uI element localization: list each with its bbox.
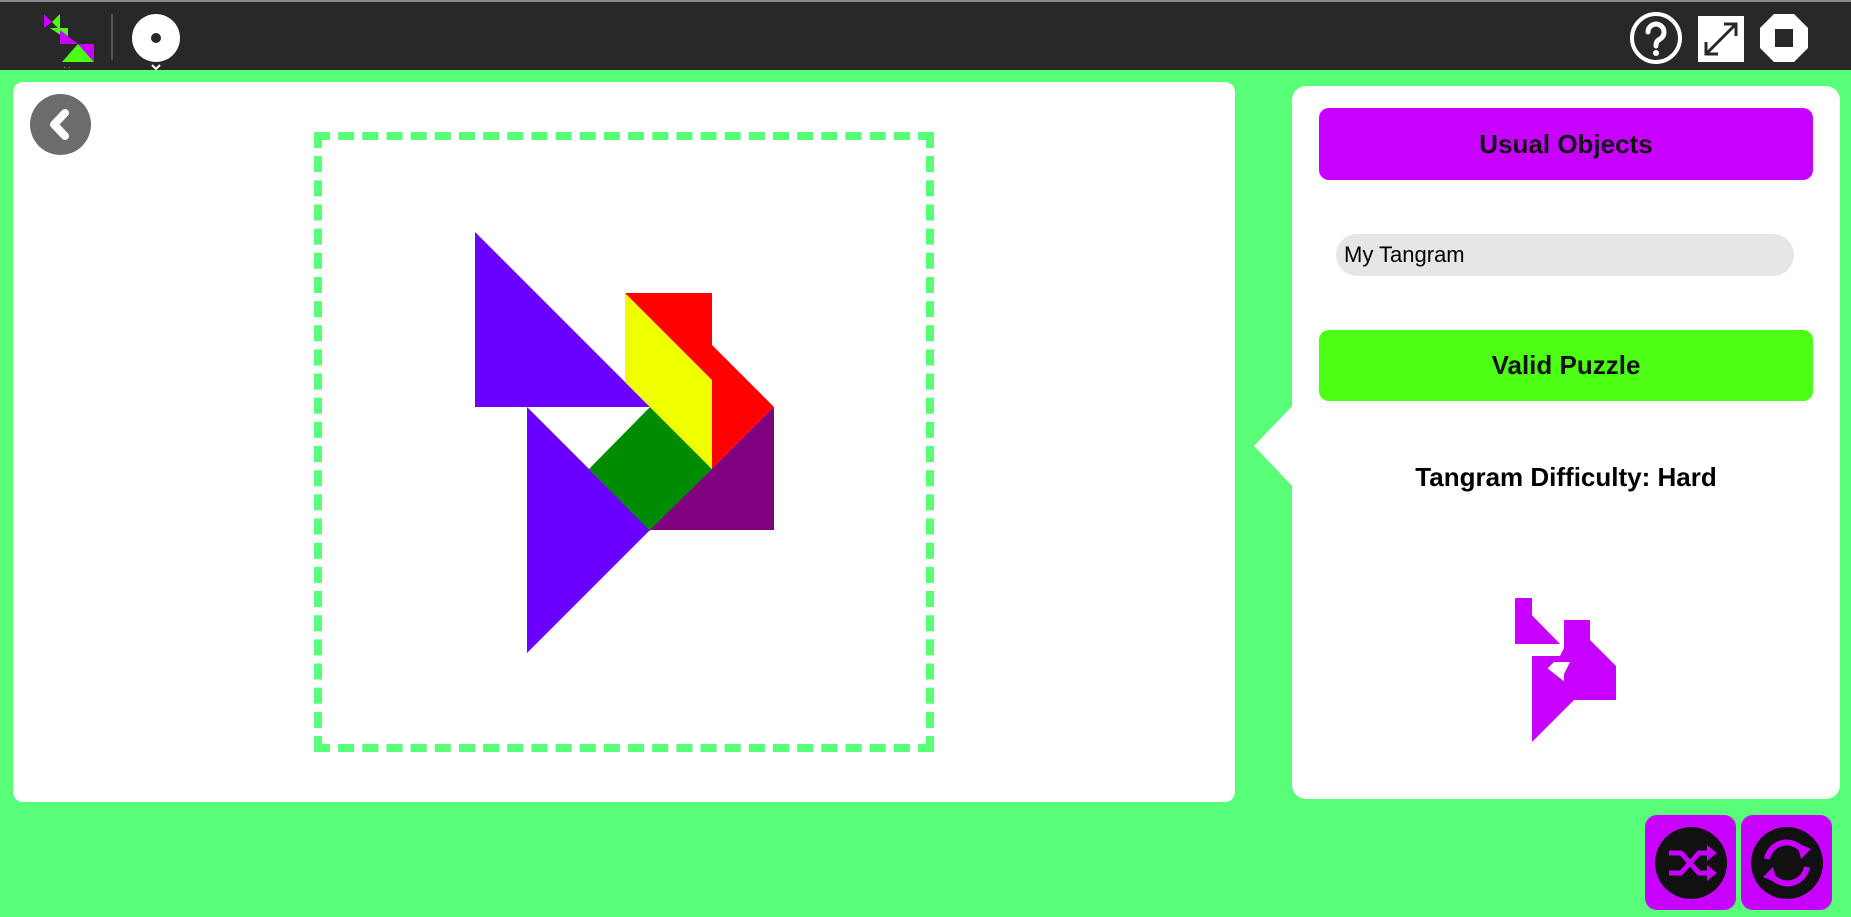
activity-button[interactable] (36, 8, 96, 73)
activity-icon (44, 14, 94, 73)
shuffle-icon (1669, 845, 1717, 881)
difficulty-label: Tangram Difficulty: Hard (1415, 462, 1717, 492)
tangram-preview-icon (1515, 598, 1616, 742)
toolbar-divider (111, 14, 113, 60)
player-button[interactable] (126, 8, 186, 71)
top-toolbar (0, 0, 1851, 73)
fullscreen-icon (1698, 16, 1744, 62)
fullscreen-button[interactable] (1690, 8, 1750, 68)
back-button[interactable] (30, 94, 91, 155)
help-icon (1630, 12, 1682, 64)
help-button[interactable] (1626, 8, 1686, 68)
refresh-icon (1763, 839, 1811, 887)
category-button[interactable]: Usual Objects (1319, 108, 1813, 180)
chevron-left-icon (50, 109, 69, 140)
panel-pointer (1254, 404, 1294, 488)
stop-icon (1760, 14, 1808, 62)
stop-button[interactable] (1754, 8, 1814, 68)
refresh-button[interactable] (1741, 815, 1832, 910)
valid-puzzle-button[interactable]: Valid Puzzle (1319, 330, 1813, 401)
shuffle-button[interactable] (1645, 815, 1736, 910)
tangram-name-input[interactable] (1336, 234, 1794, 276)
player-icon (132, 14, 180, 71)
